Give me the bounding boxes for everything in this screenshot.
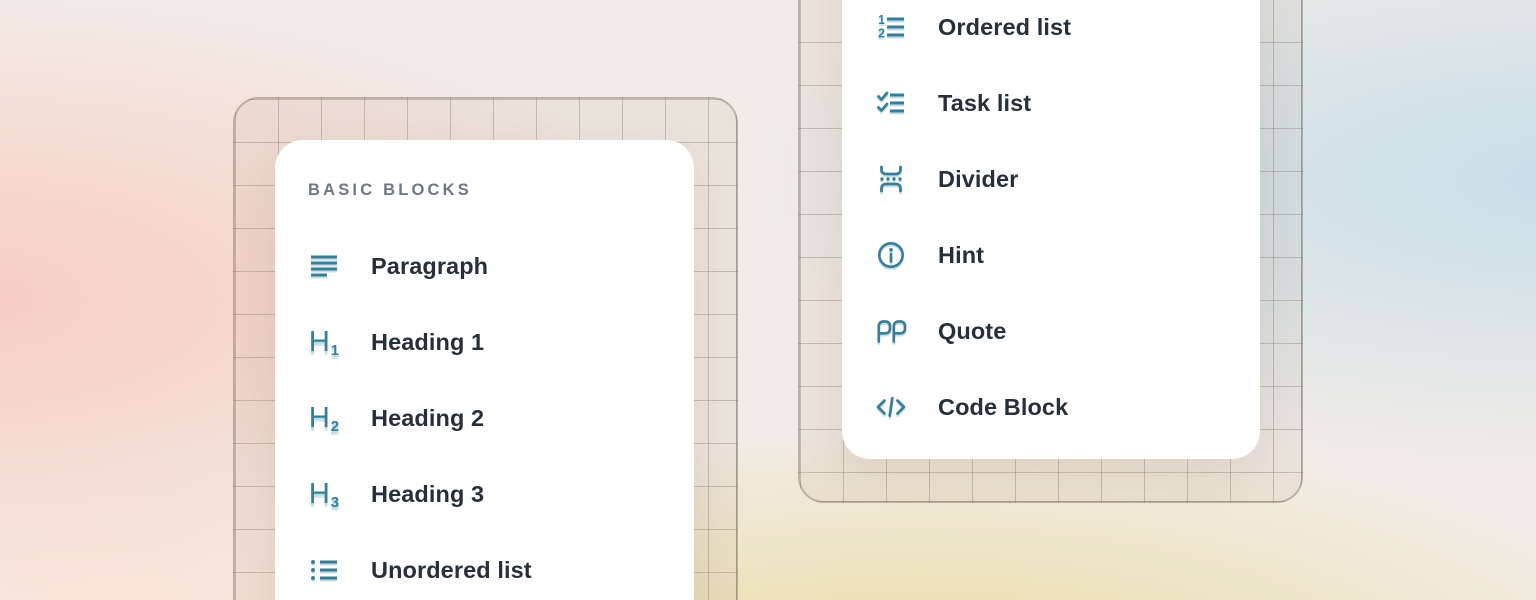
menu-item-heading-3[interactable]: H3 Heading 3 [308,456,694,532]
extended-blocks-menu-list: 12 Ordered list Task list Divider Hint Quote C… [875,0,1260,445]
gradient-background [0,0,1536,600]
divider-icon [875,163,907,195]
menu-item-quote[interactable]: Quote [875,293,1260,369]
basic-blocks-menu-list: Paragraph H1 Heading 1 H2 Heading 2 H3 Heading… [308,228,694,600]
menu-item-label: Quote [938,318,1006,345]
menu-item-label: Heading 2 [371,405,484,432]
unordered-list-icon [308,554,340,586]
code-block-icon [875,391,907,423]
basic-blocks-menu-card: BASIC BLOCKS Paragraph H1 Heading 1 H2 Headi… [275,140,694,600]
menu-item-label: Hint [938,242,984,269]
menu-item-ordered-list[interactable]: 12 Ordered list [875,0,1260,65]
menu-item-task-list[interactable]: Task list [875,65,1260,141]
heading2-icon: H2 [308,402,340,434]
menu-item-hint[interactable]: Hint [875,217,1260,293]
menu-item-label: Heading 3 [371,481,484,508]
heading1-icon: H1 [308,326,340,358]
menu-item-unordered-list[interactable]: Unordered list [308,532,694,600]
menu-item-divider[interactable]: Divider [875,141,1260,217]
svg-text:2: 2 [878,27,885,41]
menu-item-heading-2[interactable]: H2 Heading 2 [308,380,694,456]
menu-item-label: Paragraph [371,253,488,280]
menu-item-label: Ordered list [938,14,1071,41]
svg-text:1: 1 [878,13,885,27]
task-list-icon [875,87,907,119]
menu-item-label: Unordered list [371,557,532,584]
section-label-basic-blocks: BASIC BLOCKS [308,180,694,200]
hint-icon [875,239,907,271]
extended-blocks-menu-card: 12 Ordered list Task list Divider Hint Quote C… [842,0,1260,459]
block-picker-illustration: BASIC BLOCKS Paragraph H1 Heading 1 H2 Headi… [0,0,1536,600]
menu-item-code-block[interactable]: Code Block [875,369,1260,445]
menu-item-label: Heading 1 [371,329,484,356]
menu-item-label: Divider [938,166,1018,193]
ordered-list-icon: 12 [875,11,907,43]
paragraph-icon [308,250,340,282]
menu-item-paragraph[interactable]: Paragraph [308,228,694,304]
menu-item-heading-1[interactable]: H1 Heading 1 [308,304,694,380]
quote-icon [875,315,907,347]
heading3-icon: H3 [308,478,340,510]
menu-item-label: Code Block [938,394,1068,421]
menu-item-label: Task list [938,90,1031,117]
